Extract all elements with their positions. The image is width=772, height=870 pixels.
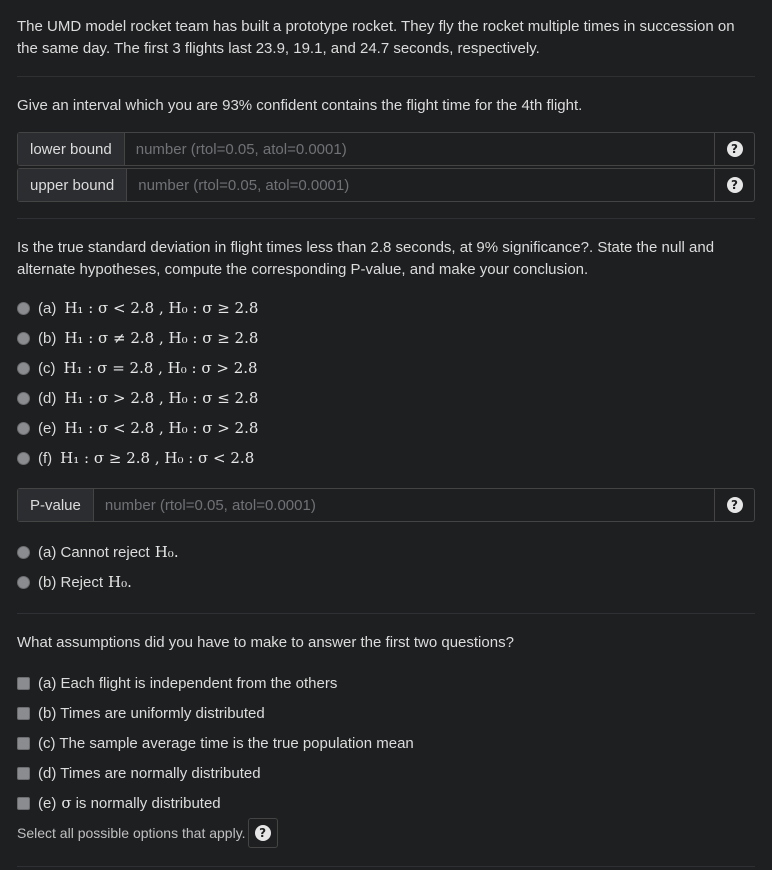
question-page: The UMD model rocket team has built a pr… [0,0,772,867]
help-icon: ? [726,141,743,157]
pvalue-group: P-value ? [17,488,755,522]
assumption-option-e[interactable]: (e) σ is normally distributed [17,788,755,818]
radio-button[interactable] [17,361,30,375]
upper-bound-group: upper bound ? [17,168,755,202]
assumption-option-d[interactable]: (d) Times are normally distributed [17,758,755,788]
radio-button[interactable] [17,331,30,345]
help-icon: ? [726,497,743,513]
radio-button[interactable] [17,451,30,465]
hypothesis-option-b[interactable]: (b) H₁ : σ ≠ 2.8 , H₀ : σ ≥ 2.8 [17,323,755,353]
assumption-option-c[interactable]: (c) The sample average time is the true … [17,728,755,758]
conclusion-options: (a) Cannot reject H₀. (b) Reject H₀. [17,537,755,597]
checkbox[interactable] [17,796,30,810]
assumption-option-b[interactable]: (b) Times are uniformly distributed [17,698,755,728]
hypothesis-option-e[interactable]: (e) H₁ : σ < 2.8 , H₀ : σ > 2.8 [17,413,755,443]
radio-button[interactable] [17,575,30,589]
conclusion-option-a[interactable]: (a) Cannot reject H₀. [17,537,755,567]
pvalue-label: P-value [18,489,94,521]
checkbox[interactable] [17,736,30,750]
hypothesis-options: (a) H₁ : σ < 2.8 , H₀ : σ ≥ 2.8 (b) H₁ : σ… [17,293,755,473]
upper-bound-input[interactable] [127,169,714,201]
radio-button[interactable] [17,545,30,559]
hypothesis-option-a[interactable]: (a) H₁ : σ < 2.8 , H₀ : σ ≥ 2.8 [17,293,755,323]
radio-button[interactable] [17,391,30,405]
divider [17,866,755,867]
hypothesis-option-f[interactable]: (f) H₁ : σ ≥ 2.8 , H₀ : σ < 2.8 [17,443,755,473]
pvalue-help[interactable]: ? [714,489,754,521]
help-icon: ? [254,825,271,841]
lower-bound-help[interactable]: ? [714,133,754,165]
radio-button[interactable] [17,301,30,315]
lower-bound-label: lower bound [18,133,125,165]
help-icon: ? [726,177,743,193]
checkbox[interactable] [17,706,30,720]
question-3-text: What assumptions did you have to make to… [17,634,514,651]
conclusion-option-b[interactable]: (b) Reject H₀. [17,567,755,597]
pvalue-input[interactable] [93,489,714,521]
assumption-option-a[interactable]: (a) Each flight is independent from the … [17,668,755,698]
hypothesis-option-d[interactable]: (d) H₁ : σ > 2.8 , H₀ : σ ≤ 2.8 [17,383,755,413]
instruction-note: Select all possible options that apply. … [17,818,755,848]
radio-button[interactable] [17,421,30,435]
assumption-options: (a) Each flight is independent from the … [17,668,755,818]
upper-bound-help[interactable]: ? [714,169,754,201]
question-1-text: Give an interval which you are 93% confi… [17,97,583,114]
checkbox[interactable] [17,676,30,690]
lower-bound-input[interactable] [124,133,714,165]
intro-text: The UMD model rocket team has built a pr… [17,18,735,57]
upper-bound-label: upper bound [18,169,128,201]
question-2-text: Is the true standard deviation in flight… [17,239,715,278]
checkbox[interactable] [17,766,30,780]
hypothesis-option-c[interactable]: (c) H₁ : σ = 2.8 , H₀ : σ > 2.8 [17,353,755,383]
lower-bound-group: lower bound ? [17,132,755,166]
note-help[interactable]: ? [247,818,278,848]
